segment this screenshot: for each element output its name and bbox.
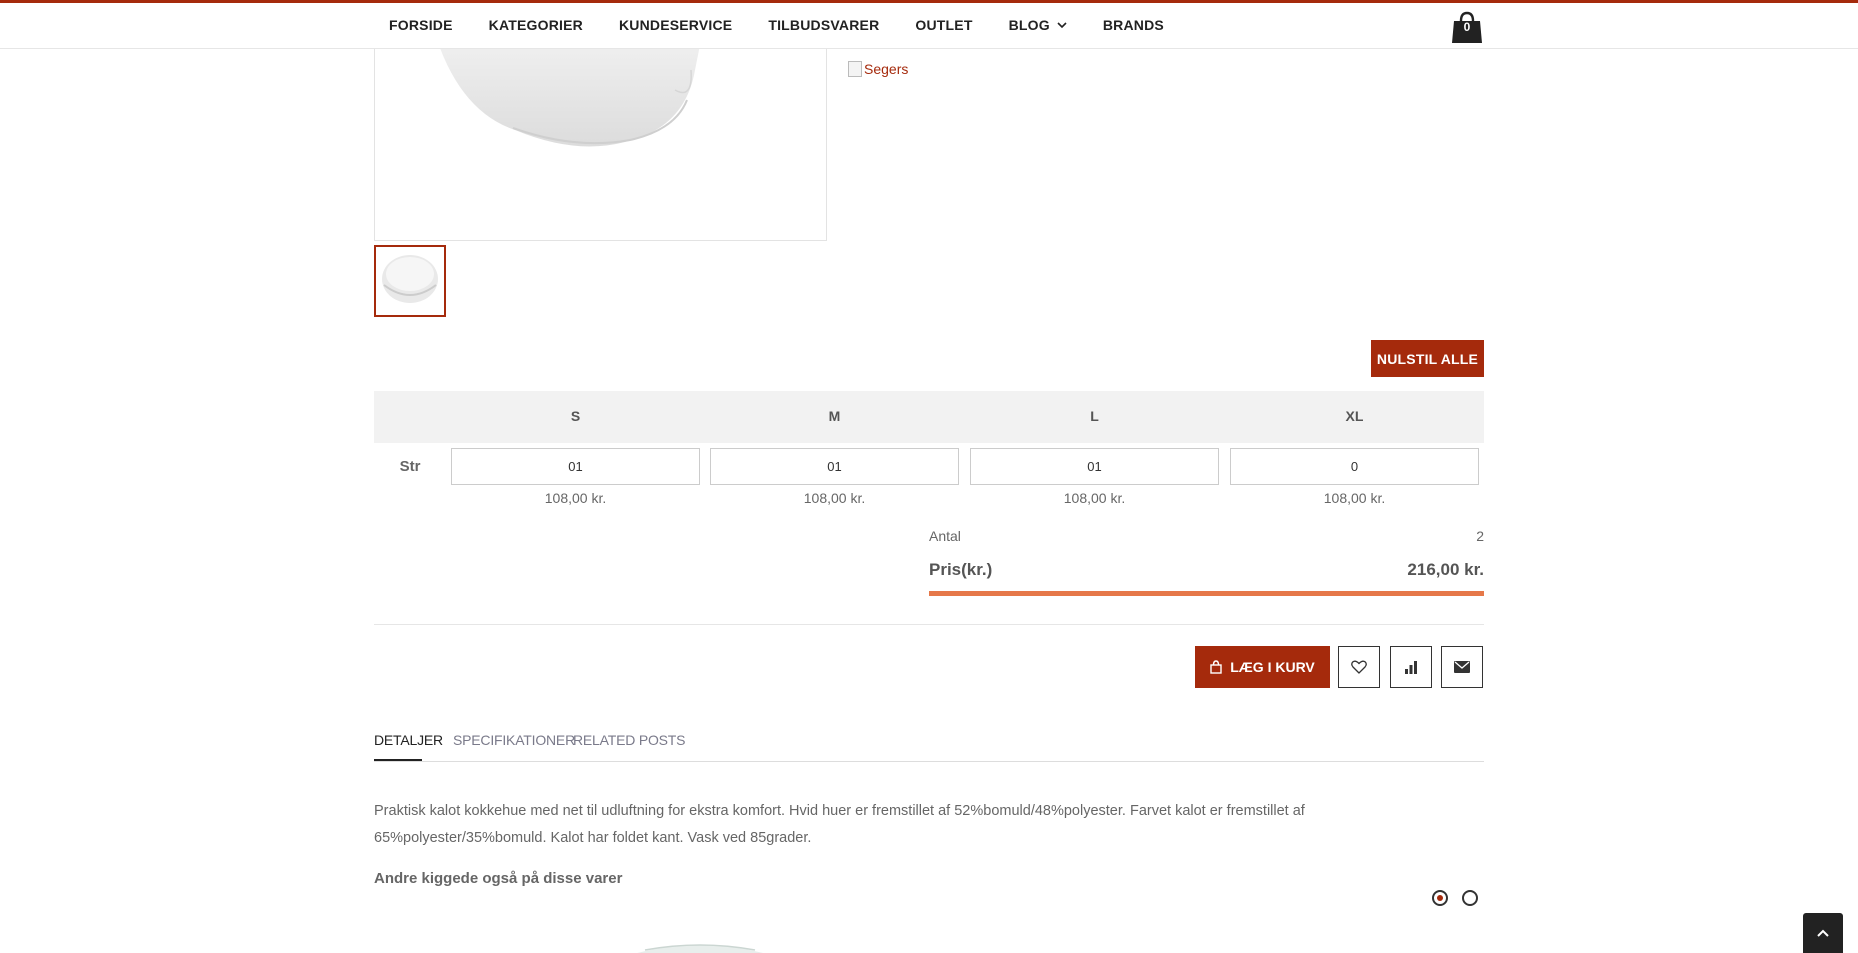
nav-label: BLOG bbox=[1008, 17, 1050, 33]
broken-image-icon bbox=[848, 61, 862, 77]
tab-related-posts[interactable]: RELATED POSTS bbox=[573, 732, 685, 748]
related-product-image[interactable] bbox=[615, 938, 785, 953]
compare-button[interactable] bbox=[1390, 646, 1432, 688]
nav-item-kategorier[interactable]: KATEGORIER bbox=[489, 17, 583, 33]
unit-price-s: 108,00 kr. bbox=[544, 490, 607, 506]
nav-label: FORSIDE bbox=[389, 17, 453, 33]
brand-alt-text: Segers bbox=[864, 61, 909, 77]
shopping-bag-icon bbox=[1210, 660, 1222, 674]
product-main-image[interactable] bbox=[374, 30, 827, 241]
also-viewed-heading: Andre kiggede også på disse varer bbox=[374, 870, 623, 887]
nav-label: KUNDESERVICE bbox=[618, 17, 733, 33]
unit-price-xl: 108,00 kr. bbox=[1323, 490, 1386, 506]
carousel-dot-1[interactable] bbox=[1432, 890, 1448, 906]
nav-item-outlet[interactable]: OUTLET bbox=[915, 17, 972, 33]
quantity-input-m[interactable] bbox=[710, 448, 959, 485]
product-thumbnail[interactable] bbox=[374, 245, 446, 317]
add-to-cart-button[interactable]: LÆG I KURV bbox=[1195, 646, 1330, 688]
email-share-button[interactable] bbox=[1441, 646, 1483, 688]
brand-logo-link[interactable]: Segers bbox=[848, 61, 908, 77]
size-header-s: S bbox=[570, 408, 581, 424]
size-header-xl: XL bbox=[1345, 408, 1364, 424]
chevron-down-icon bbox=[1057, 22, 1067, 29]
cart-button[interactable]: 0 bbox=[1450, 10, 1484, 44]
nav-label: KATEGORIER bbox=[488, 17, 583, 33]
add-to-cart-label: LÆG I KURV bbox=[1230, 659, 1315, 675]
chef-hat-thumbnail-image bbox=[382, 255, 438, 303]
envelope-icon bbox=[1454, 661, 1470, 673]
nav-item-brands[interactable]: BRANDS bbox=[1103, 17, 1164, 33]
wishlist-button[interactable] bbox=[1338, 646, 1380, 688]
heart-icon bbox=[1351, 660, 1367, 674]
price-total-label: Pris(kr.) bbox=[929, 560, 993, 579]
chevron-up-icon bbox=[1817, 929, 1829, 937]
tab-detaljer[interactable]: DETALJER bbox=[374, 732, 443, 748]
scroll-to-top-button[interactable] bbox=[1803, 913, 1843, 953]
bar-chart-icon bbox=[1405, 661, 1417, 674]
nav-label: TILBUDSVARER bbox=[768, 17, 880, 33]
unit-price-l: 108,00 kr. bbox=[1063, 490, 1126, 506]
quantity-input-l[interactable] bbox=[970, 448, 1219, 485]
product-description: Praktisk kalot kokkehue med net til udlu… bbox=[374, 803, 1305, 846]
related-hat-image bbox=[637, 944, 763, 953]
quantity-total-value: 2 bbox=[1476, 528, 1484, 544]
nav-label: OUTLET bbox=[915, 17, 973, 33]
size-header-m: M bbox=[828, 408, 841, 424]
price-accent-bar bbox=[929, 591, 1484, 596]
size-row-label: Str bbox=[399, 458, 421, 475]
price-total-value: 216,00 kr. bbox=[1407, 560, 1484, 579]
quantity-input-s[interactable] bbox=[451, 448, 700, 485]
size-header-l: L bbox=[1090, 408, 1099, 424]
unit-price-m: 108,00 kr. bbox=[803, 490, 866, 506]
main-menu: FORSIDE KATEGORIER KUNDESERVICE TILBUDSV… bbox=[389, 17, 1200, 33]
quantity-input-xl[interactable] bbox=[1230, 448, 1479, 485]
nav-item-forside[interactable]: FORSIDE bbox=[389, 17, 453, 33]
top-navigation-bar: FORSIDE KATEGORIER KUNDESERVICE TILBUDSV… bbox=[0, 0, 1858, 49]
chef-hat-image bbox=[433, 30, 703, 147]
nav-item-kundeservice[interactable]: KUNDESERVICE bbox=[619, 17, 732, 33]
nav-label: BRANDS bbox=[1102, 17, 1164, 33]
divider bbox=[374, 624, 1484, 625]
reset-all-button[interactable]: NULSTIL ALLE bbox=[1371, 340, 1484, 377]
nav-item-tilbudsvarer[interactable]: TILBUDSVARER bbox=[768, 17, 879, 33]
active-tab-indicator bbox=[374, 759, 422, 761]
nav-item-blog[interactable]: BLOG bbox=[1009, 17, 1067, 33]
carousel-dot-2[interactable] bbox=[1462, 890, 1478, 906]
tab-specifikationer[interactable]: SPECIFIKATIONER bbox=[453, 732, 575, 748]
quantity-total-label: Antal bbox=[929, 528, 961, 544]
product-tabs: DETALJER SPECIFIKATIONER RELATED POSTS bbox=[374, 732, 1484, 762]
cart-count-badge: 0 bbox=[1463, 20, 1471, 34]
